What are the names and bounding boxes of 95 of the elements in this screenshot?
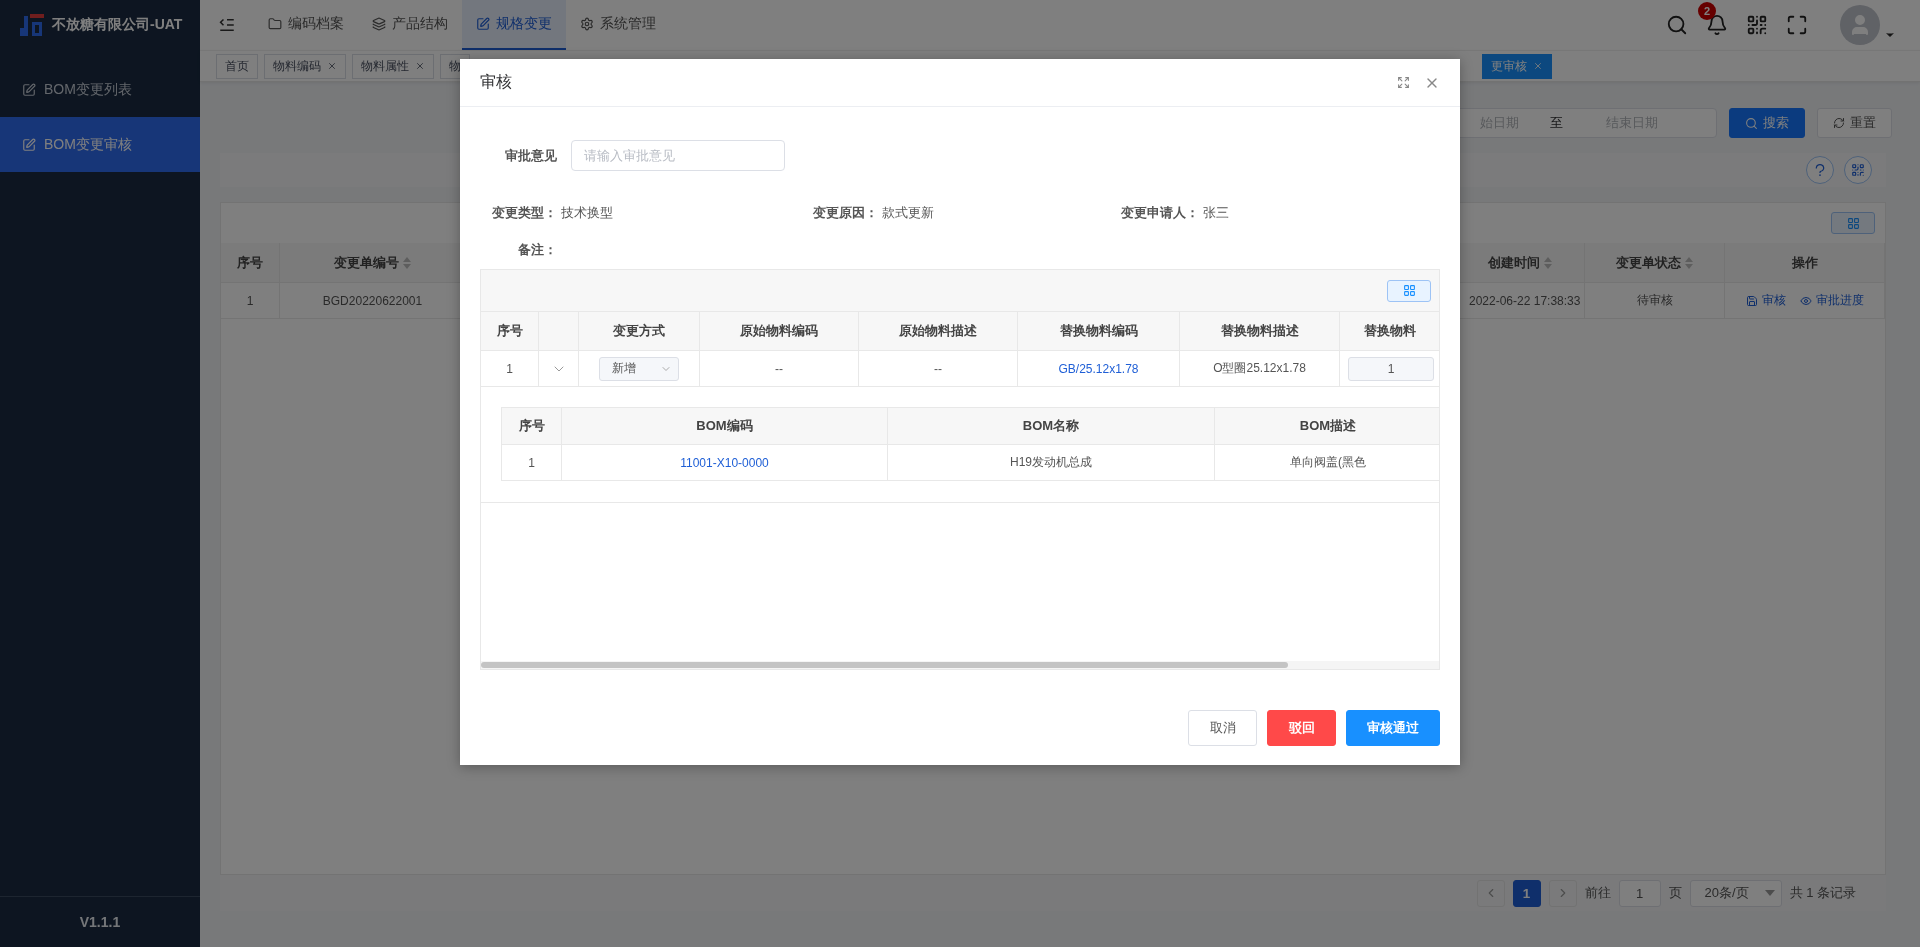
table-cell: O型圈25.12x1.78 <box>1180 351 1340 387</box>
dialog-title: 审核 <box>480 72 512 92</box>
table-cell: 1 <box>221 283 280 319</box>
scrollbar-thumb[interactable] <box>481 662 1288 668</box>
column-header: 原始物料描述 <box>859 311 1018 351</box>
dialog-button[interactable]: 驳回 <box>1267 710 1336 746</box>
qr-code-icon <box>1851 163 1865 177</box>
table-cell: H19发动机总成 <box>888 445 1215 481</box>
columns-button[interactable] <box>1831 212 1875 234</box>
dialog-button[interactable]: 取消 <box>1188 710 1257 746</box>
table-cell: 待审核 <box>1585 283 1725 319</box>
info-value: 张三 <box>1203 204 1229 222</box>
column-header: BOM编码 <box>562 407 888 445</box>
column-header: BOM描述 <box>1215 407 1439 445</box>
table-cell: 1 <box>502 445 562 481</box>
company-name: 不放糖有限公司-UAT <box>52 16 183 34</box>
material-code-link[interactable]: GB/25.12x1.78 <box>1058 361 1139 376</box>
goto-label: 前往 <box>1584 884 1611 902</box>
sort-icon[interactable] <box>1685 256 1693 269</box>
info-label: 变更类型： <box>491 204 557 222</box>
search-icon <box>1745 116 1758 130</box>
sidebar-item[interactable]: BOM变更列表 <box>0 62 200 117</box>
eye-icon <box>1799 294 1812 307</box>
notification-badge: 2 <box>1698 2 1716 20</box>
edit-icon <box>22 82 36 97</box>
info-value: 款式更新 <box>882 204 934 222</box>
page-tab[interactable]: 首页 <box>216 53 258 79</box>
search-button[interactable]: 搜索 <box>1729 108 1805 138</box>
close-icon[interactable] <box>327 61 337 71</box>
page-button[interactable]: 1 <box>1512 879 1541 907</box>
page-size-select[interactable]: 20条/页 <box>1689 879 1782 907</box>
opinion-field[interactable]: 请输入审批意见 <box>571 140 785 171</box>
save-icon <box>1745 294 1758 307</box>
qr-code-icon[interactable] <box>1746 14 1768 36</box>
column-header: 操作 <box>1725 243 1885 283</box>
total-label: 共 1 条记录 <box>1789 884 1856 902</box>
layers-icon <box>372 17 386 31</box>
column-header: 替换物料 <box>1340 311 1439 351</box>
column-header: 原始物料编码 <box>700 311 859 351</box>
grid-icon <box>1402 284 1416 297</box>
fullscreen-icon[interactable] <box>1786 14 1808 36</box>
dialog-button[interactable]: 审核通过 <box>1346 710 1440 746</box>
info-value: 技术换型 <box>561 204 613 222</box>
quantity-field[interactable]: 1 <box>1348 356 1434 381</box>
columns-button[interactable] <box>1387 279 1431 302</box>
action-link[interactable]: 审核 <box>1745 292 1786 309</box>
help-button[interactable] <box>1806 156 1834 184</box>
bell-icon[interactable] <box>1706 14 1728 36</box>
column-header: BOM名称 <box>888 407 1215 445</box>
qr-code-button[interactable] <box>1844 156 1872 184</box>
expand-icon[interactable] <box>1397 76 1410 89</box>
bom-code-link[interactable]: 11001-X10-0000 <box>680 455 769 470</box>
column-header: 变更方式 <box>579 311 700 351</box>
version-label: V1.1.1 <box>79 914 121 930</box>
nav-tab[interactable]: 产品结构 <box>358 0 462 50</box>
column-header: 序号 <box>481 311 539 351</box>
grid-icon <box>1846 216 1860 230</box>
search-icon[interactable] <box>1666 14 1688 36</box>
column-header: 替换物料编码 <box>1018 311 1180 351</box>
folder-icon <box>268 17 282 31</box>
table-cell: 1 <box>481 351 539 387</box>
edit-icon <box>476 17 490 31</box>
sort-icon[interactable] <box>403 256 411 269</box>
nav-tab[interactable]: 规格变更 <box>462 0 566 50</box>
close-icon[interactable] <box>1533 61 1543 71</box>
page-tab[interactable]: 物料属性 <box>352 53 434 79</box>
nav-tab[interactable]: 编码档案 <box>254 0 358 50</box>
table-cell: -- <box>859 351 1018 387</box>
info-label: 变更申请人： <box>1120 204 1199 222</box>
sidebar-item[interactable]: BOM变更审核 <box>0 117 200 172</box>
column-header: 替换物料描述 <box>1180 311 1340 351</box>
remark-label: 备注： <box>517 241 557 259</box>
page-tab[interactable]: 更审核 <box>1482 53 1552 79</box>
page-input[interactable]: 1 <box>1618 879 1661 907</box>
close-icon[interactable] <box>415 61 425 71</box>
refresh-icon <box>1833 117 1845 129</box>
action-link[interactable]: 审批进度 <box>1799 292 1864 309</box>
page-tab[interactable]: 物料编码 <box>264 53 346 79</box>
menu-fold-icon[interactable] <box>218 16 236 34</box>
table-cell: 单向阀盖(黑色 <box>1215 445 1439 481</box>
caret-icon <box>1764 890 1775 896</box>
page-unit-label: 页 <box>1668 884 1682 902</box>
reset-button[interactable]: 重置 <box>1817 108 1892 138</box>
column-header: 序号 <box>221 243 280 283</box>
edit-icon <box>22 137 36 152</box>
column-header: 序号 <box>502 407 562 445</box>
gear-icon <box>580 17 594 31</box>
column-header[interactable]: 变更单状态 <box>1585 243 1725 283</box>
sort-icon[interactable] <box>1543 256 1552 269</box>
nav-tab[interactable]: 系统管理 <box>566 0 670 50</box>
table-cell: -- <box>700 351 859 387</box>
logo-icon <box>20 14 44 36</box>
field-label: 审批意见 <box>504 146 557 165</box>
info-label: 变更原因： <box>812 204 878 222</box>
change-mode-select[interactable]: 新增 <box>599 356 679 381</box>
